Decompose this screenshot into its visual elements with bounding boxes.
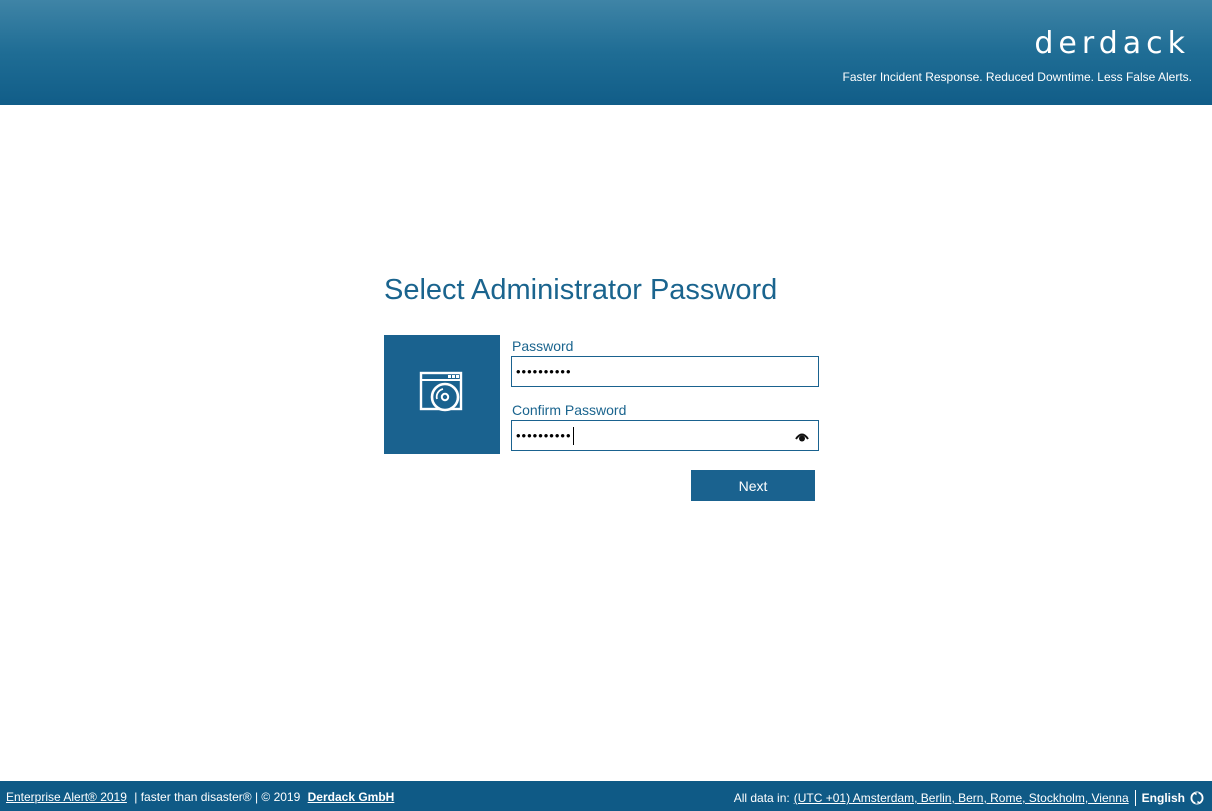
- language-selector[interactable]: English: [1142, 791, 1185, 805]
- text-caret: [572, 426, 574, 445]
- installer-disc-icon: [419, 370, 465, 419]
- app-tile: [384, 335, 500, 454]
- app-footer: Enterprise Alert® 2019 | faster than dis…: [0, 781, 1212, 811]
- confirm-password-value: ••••••••••: [516, 428, 572, 443]
- footer-slogan: | faster than disaster® | © 2019: [134, 790, 301, 804]
- confirm-password-label: Confirm Password: [512, 402, 627, 418]
- password-label: Password: [512, 338, 574, 354]
- brand-tagline: Faster Incident Response. Reduced Downti…: [842, 70, 1193, 84]
- confirm-password-field[interactable]: ••••••••••: [511, 420, 819, 451]
- app-header: Derdack Faster Incident Response. Reduce…: [0, 0, 1212, 105]
- footer-right: All data in: (UTC +01) Amsterdam, Berlin…: [734, 790, 1204, 806]
- footer-divider: [1134, 790, 1136, 806]
- password-value: ••••••••••: [516, 364, 572, 379]
- product-link[interactable]: Enterprise Alert® 2019: [6, 790, 127, 804]
- company-link[interactable]: Derdack GmbH: [308, 790, 395, 804]
- page-title: Select Administrator Password: [384, 274, 778, 306]
- next-button[interactable]: Next: [691, 470, 815, 501]
- timezone-prefix: All data in:: [733, 791, 790, 805]
- timezone-link[interactable]: (UTC +01) Amsterdam, Berlin, Bern, Rome,…: [794, 791, 1129, 805]
- brand-logo: Derdack: [1034, 26, 1190, 61]
- footer-left: Enterprise Alert® 2019 | faster than dis…: [6, 790, 394, 804]
- globe-icon[interactable]: [1190, 791, 1204, 805]
- password-field[interactable]: ••••••••••: [511, 356, 819, 387]
- eye-icon[interactable]: [795, 430, 809, 442]
